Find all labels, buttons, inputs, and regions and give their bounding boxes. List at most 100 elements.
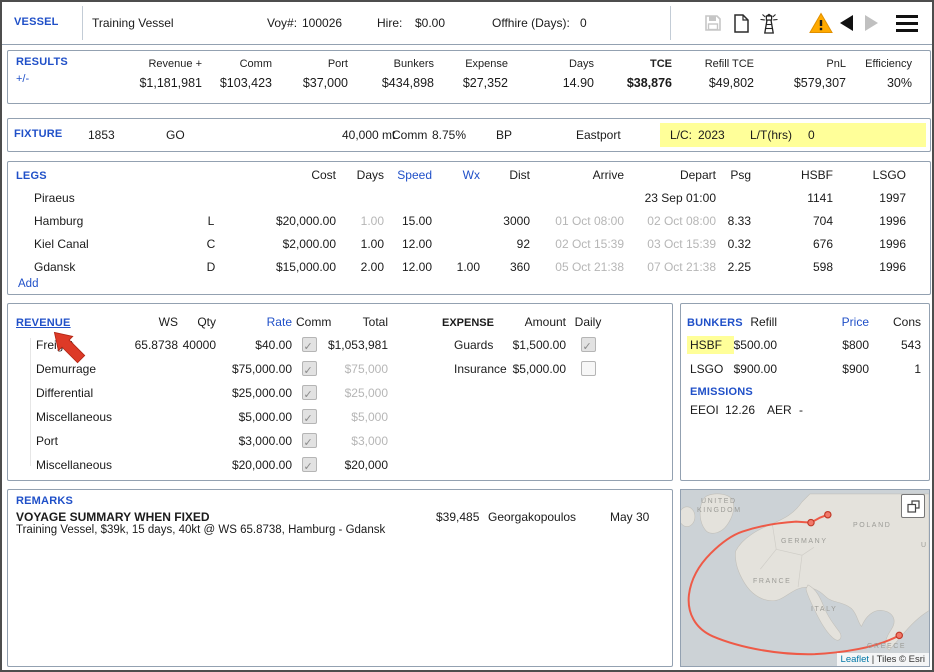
revenue-title[interactable]: REVENUE: [16, 317, 71, 329]
leg-depart[interactable]: 23 Sep 01:00: [624, 187, 716, 210]
remarks-title[interactable]: REMARKS: [16, 495, 73, 507]
leg-cost[interactable]: $15,000.00: [236, 256, 336, 279]
leg-port[interactable]: Gdansk: [16, 256, 186, 279]
bunker-grade[interactable]: LSGO: [687, 357, 733, 381]
fixture-title[interactable]: FIXTURE: [14, 128, 62, 140]
revenue-rate-input[interactable]: $75,000.00: [216, 357, 292, 381]
comm-checkbox[interactable]: [302, 409, 317, 424]
bunker-price-input[interactable]: $800: [777, 333, 869, 357]
expense-col-daily: Daily: [566, 312, 610, 333]
remark-body: Training Vessel, $39k, 15 days, 40kt @ W…: [16, 524, 385, 536]
fixture-number[interactable]: 1853: [88, 128, 115, 142]
map-fullscreen-button[interactable]: [901, 494, 925, 518]
copy-icon[interactable]: [728, 10, 754, 36]
leg-speed[interactable]: 12.00: [384, 233, 432, 256]
header-bar: VESSEL Training Vessel Voy#: 100026 Hire…: [2, 2, 932, 45]
fixture-quantity[interactable]: 40,000 mt: [342, 128, 395, 142]
add-leg-link[interactable]: Add: [18, 278, 38, 290]
offhire-value[interactable]: 0: [580, 16, 587, 30]
fixture-comm-value[interactable]: 8.75%: [432, 128, 466, 142]
leg-cost[interactable]: $20,000.00: [236, 210, 336, 233]
expense-amount-input[interactable]: $1,500.00: [504, 333, 566, 357]
leg-lsgo: 1996: [833, 256, 906, 279]
leg-days[interactable]: 1.00: [336, 233, 384, 256]
leg-wx[interactable]: 1.00: [432, 256, 480, 279]
leg-hsbf: 598: [751, 256, 833, 279]
leaflet-link[interactable]: Leaflet: [841, 654, 870, 665]
leg-port[interactable]: Kiel Canal: [16, 233, 186, 256]
revenue-total: $5,000: [326, 405, 388, 429]
revenue-rate-input[interactable]: $3,000.00: [216, 429, 292, 453]
comm-checkbox[interactable]: [302, 457, 317, 472]
bunker-refill-input[interactable]: $500.00: [733, 333, 777, 357]
vessel-section-link[interactable]: VESSEL: [14, 16, 59, 28]
warning-icon[interactable]: [808, 10, 834, 36]
revenue-rate-input[interactable]: $5,000.00: [216, 405, 292, 429]
expense-amount-input[interactable]: $5,000.00: [504, 357, 566, 381]
metric-value: $37,000: [272, 70, 348, 90]
daily-checkbox[interactable]: [581, 337, 596, 352]
emissions-title[interactable]: EMISSIONS: [690, 386, 753, 398]
voyage-map[interactable]: UNITED KINGDOM POLAND GERMANY FRANCE ITA…: [680, 489, 930, 667]
legs-col-arrive: Arrive: [530, 164, 624, 187]
revenue-rate-input[interactable]: $40.00: [216, 333, 292, 357]
bunkers-table: BUNKERS Refill Price Cons HSBF $500.00 $…: [687, 312, 921, 381]
bunker-refill-input[interactable]: $900.00: [733, 357, 777, 381]
fixture-cargo[interactable]: GO: [166, 128, 185, 142]
forward-icon[interactable]: [858, 10, 884, 36]
bunkers-col-price[interactable]: Price: [777, 312, 869, 333]
legs-title[interactable]: LEGS: [16, 170, 47, 182]
back-icon[interactable]: [834, 10, 860, 36]
leg-type[interactable]: L: [186, 210, 236, 233]
results-title[interactable]: RESULTS: [16, 56, 90, 68]
comm-checkbox[interactable]: [302, 361, 317, 376]
revenue-qty-input[interactable]: 40000: [178, 333, 216, 357]
revenue-rate-input[interactable]: $20,000.00: [216, 453, 292, 477]
map-label-u: U: [921, 542, 928, 549]
vessel-name[interactable]: Training Vessel: [92, 16, 174, 30]
revenue-row-label: Differential: [16, 381, 128, 405]
hire-value[interactable]: $0.00: [415, 16, 445, 30]
leg-psg: 8.33: [716, 210, 751, 233]
comm-checkbox[interactable]: [302, 433, 317, 448]
save-icon[interactable]: [700, 10, 726, 36]
laytime-value[interactable]: 0: [808, 128, 815, 142]
leg-dist[interactable]: 360: [480, 256, 530, 279]
daily-checkbox[interactable]: [581, 361, 596, 376]
legs-col-wx[interactable]: Wx: [432, 164, 480, 187]
leg-depart: 07 Oct 21:38: [624, 256, 716, 279]
leg-port[interactable]: Piraeus: [16, 187, 186, 210]
metric-label: Efficiency: [846, 56, 912, 70]
leg-speed[interactable]: 15.00: [384, 210, 432, 233]
revenue-col-rate[interactable]: Rate: [216, 312, 292, 333]
leg-days[interactable]: 2.00: [336, 256, 384, 279]
revenue-ws-input[interactable]: 65.8738: [128, 333, 178, 357]
leg-port[interactable]: Hamburg: [16, 210, 186, 233]
hire-label: Hire:: [377, 16, 402, 30]
leg-type[interactable]: D: [186, 256, 236, 279]
metric-value: $434,898: [348, 70, 434, 90]
revenue-rate-input[interactable]: $25,000.00: [216, 381, 292, 405]
revenue-table: REVENUE WS Qty Rate Comm Total Freight 6…: [16, 312, 388, 477]
fixture-port[interactable]: Eastport: [576, 128, 621, 142]
expense-col-amount: Amount: [504, 312, 566, 333]
menu-icon[interactable]: [894, 10, 920, 36]
legs-col-speed[interactable]: Speed: [384, 164, 432, 187]
results-plus-minus[interactable]: +/-: [16, 68, 90, 85]
comm-checkbox[interactable]: [302, 337, 317, 352]
laycan-value[interactable]: 2023: [698, 128, 725, 142]
laycan-highlight: L/C: 2023 L/T(hrs) 0: [660, 123, 926, 147]
remark-summary-title[interactable]: VOYAGE SUMMARY WHEN FIXED: [16, 510, 210, 524]
leg-speed[interactable]: 12.00: [384, 256, 432, 279]
leg-dist[interactable]: 3000: [480, 210, 530, 233]
map-canvas: [681, 490, 929, 666]
lighthouse-icon[interactable]: [756, 10, 782, 36]
leg-cost[interactable]: $2,000.00: [236, 233, 336, 256]
bunker-price-input[interactable]: $900: [777, 357, 869, 381]
leg-type[interactable]: C: [186, 233, 236, 256]
emissions-eeoi-label: EEOI: [690, 403, 719, 417]
comm-checkbox[interactable]: [302, 385, 317, 400]
leg-dist[interactable]: 92: [480, 233, 530, 256]
leg-days[interactable]: 1.00: [336, 210, 384, 233]
bunker-grade-highlighted[interactable]: HSBF: [687, 336, 734, 354]
